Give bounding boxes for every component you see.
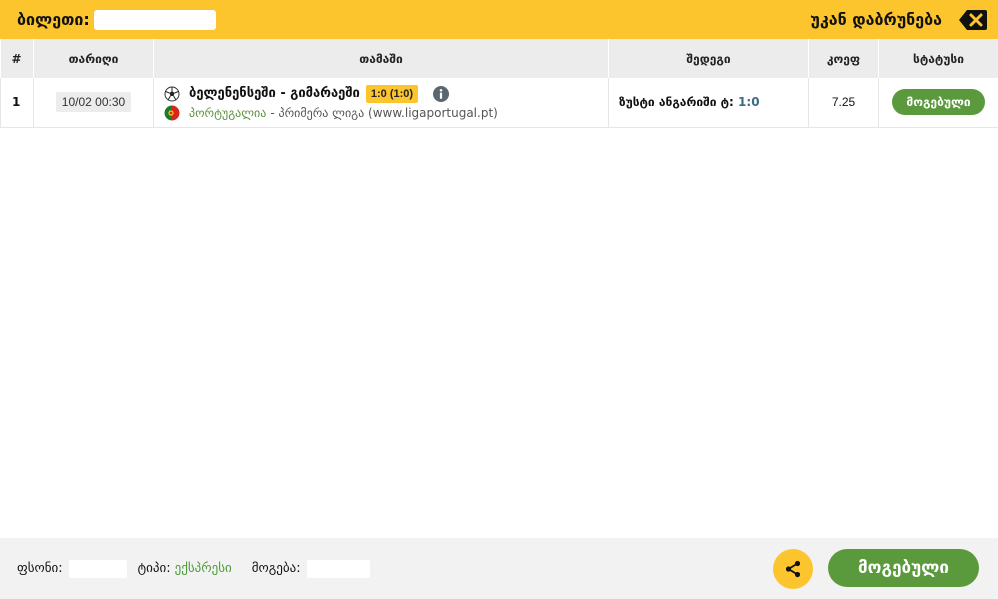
col-header-result: შედეგი — [608, 39, 809, 78]
win-value-redacted — [306, 559, 370, 578]
soccer-ball-icon — [164, 86, 180, 102]
stake-value-redacted — [68, 559, 127, 578]
footer-bar: ფსონი: ტიპი: ექსპრესი მოგება: მოგებული — [0, 538, 998, 599]
col-header-num: # — [0, 39, 34, 78]
ticket-label: ბილეთი: — [17, 10, 90, 29]
back-button[interactable]: უკან დაბრუნება — [810, 9, 988, 31]
row-number: 1 — [0, 78, 34, 128]
status-badge: მოგებული — [892, 89, 985, 116]
portugal-flag-icon — [164, 105, 180, 121]
type-label: ტიპი: — [137, 561, 171, 576]
back-label: უკან დაბრუნება — [810, 10, 942, 29]
win-label: მოგება: — [251, 561, 301, 576]
odds-value: 7.25 — [808, 78, 879, 128]
table-row: 1 10/02 00:30 ბელენენსეში - გიმარაეში 1:… — [0, 78, 998, 128]
league-name: - პრიმერა ლიგა (www.ligaportugal.pt) — [270, 106, 498, 121]
bet-type: ზუსტი ანგარიში ტ: — [619, 95, 734, 110]
bets-table: # თარიღი თამაში შედეგი კოეფ სტატუსი 1 10… — [0, 39, 998, 128]
stake-label: ფსონი: — [17, 561, 63, 576]
ticket-title: ბილეთი: — [17, 9, 216, 30]
won-status-button[interactable]: მოგებული — [828, 549, 979, 587]
match-score-badge: 1:0 (1:0) — [365, 84, 419, 103]
match-cell: ბელენენსეში - გიმარაეში 1:0 (1:0) პორტუგ… — [153, 78, 609, 128]
match-date: 10/02 00:30 — [55, 92, 132, 113]
ticket-id-redacted — [93, 9, 216, 30]
info-icon[interactable] — [433, 85, 450, 102]
country-link[interactable]: პორტუგალია — [189, 106, 266, 120]
table-header-row: # თარიღი თამაში შედეგი კოეფ სტატუსი — [0, 39, 998, 78]
share-icon — [785, 560, 801, 578]
col-header-match: თამაში — [153, 39, 609, 78]
type-value: ექსპრესი — [174, 561, 232, 576]
bet-result-cell: ზუსტი ანგარიში ტ: 1:0 — [608, 78, 809, 128]
backspace-close-icon — [959, 9, 987, 30]
col-header-status: სტატუსი — [878, 39, 998, 78]
header-bar: ბილეთი: უკან დაბრუნება — [0, 0, 998, 39]
share-button[interactable] — [773, 549, 813, 589]
col-header-date: თარიღი — [33, 39, 154, 78]
match-teams[interactable]: ბელენენსეში - გიმარაეში — [189, 86, 360, 101]
bet-value: 1:0 — [738, 95, 760, 110]
col-header-odds: კოეფ — [808, 39, 879, 78]
